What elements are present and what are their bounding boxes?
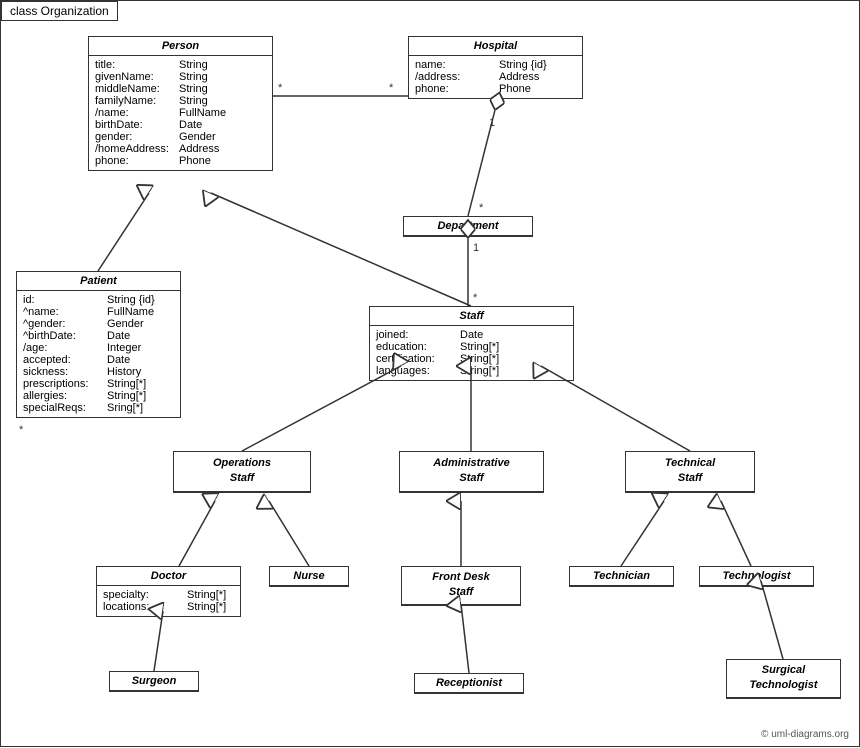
class-technical-staff-header: TechnicalStaff <box>626 452 754 492</box>
class-technologist: Technologist <box>699 566 814 587</box>
class-receptionist-header: Receptionist <box>415 674 523 693</box>
svg-text:*: * <box>473 292 478 304</box>
class-front-desk-staff: Front DeskStaff <box>401 566 521 606</box>
class-technician-header: Technician <box>570 567 673 586</box>
class-doctor: Doctor specialty:String[*] locations:Str… <box>96 566 241 617</box>
class-patient-body: id:String {id} ^name:FullName ^gender:Ge… <box>17 291 180 417</box>
class-department: Department <box>403 216 533 237</box>
class-administrative-staff-header: AdministrativeStaff <box>400 452 543 492</box>
class-operations-staff: OperationsStaff <box>173 451 311 493</box>
class-hospital: Hospital name:String {id} /address:Addre… <box>408 36 583 99</box>
svg-text:*: * <box>19 424 24 436</box>
class-hospital-body: name:String {id} /address:Address phone:… <box>409 56 582 98</box>
class-technical-staff: TechnicalStaff <box>625 451 755 493</box>
class-nurse-header: Nurse <box>270 567 348 586</box>
class-surgeon-header: Surgeon <box>110 672 198 691</box>
svg-text:*: * <box>389 82 394 94</box>
class-surgical-technologist-header: SurgicalTechnologist <box>727 660 840 698</box>
class-doctor-body: specialty:String[*] locations:String[*] <box>97 586 240 616</box>
diagram-container: class Organization Person title:String g… <box>0 0 860 747</box>
class-staff: Staff joined:Date education:String[*] ce… <box>369 306 574 381</box>
svg-text:*: * <box>278 82 283 94</box>
class-technician: Technician <box>569 566 674 587</box>
class-operations-staff-header: OperationsStaff <box>174 452 310 492</box>
class-surgeon: Surgeon <box>109 671 199 692</box>
class-person: Person title:String givenName:String mid… <box>88 36 273 171</box>
svg-text:1: 1 <box>473 242 479 254</box>
class-nurse: Nurse <box>269 566 349 587</box>
class-surgical-technologist: SurgicalTechnologist <box>726 659 841 699</box>
svg-text:1: 1 <box>489 117 495 129</box>
class-person-body: title:String givenName:String middleName… <box>89 56 272 170</box>
class-department-header: Department <box>404 217 532 236</box>
class-patient: Patient id:String {id} ^name:FullName ^g… <box>16 271 181 418</box>
class-administrative-staff: AdministrativeStaff <box>399 451 544 493</box>
svg-text:*: * <box>479 202 484 214</box>
class-person-header: Person <box>89 37 272 56</box>
class-receptionist: Receptionist <box>414 673 524 694</box>
class-doctor-header: Doctor <box>97 567 240 586</box>
class-front-desk-staff-header: Front DeskStaff <box>402 567 520 605</box>
class-staff-header: Staff <box>370 307 573 326</box>
class-hospital-header: Hospital <box>409 37 582 56</box>
class-technologist-header: Technologist <box>700 567 813 586</box>
copyright-label: © uml-diagrams.org <box>761 729 849 740</box>
diagram-title: class Organization <box>1 1 118 21</box>
class-patient-header: Patient <box>17 272 180 291</box>
class-staff-body: joined:Date education:String[*] certific… <box>370 326 573 380</box>
